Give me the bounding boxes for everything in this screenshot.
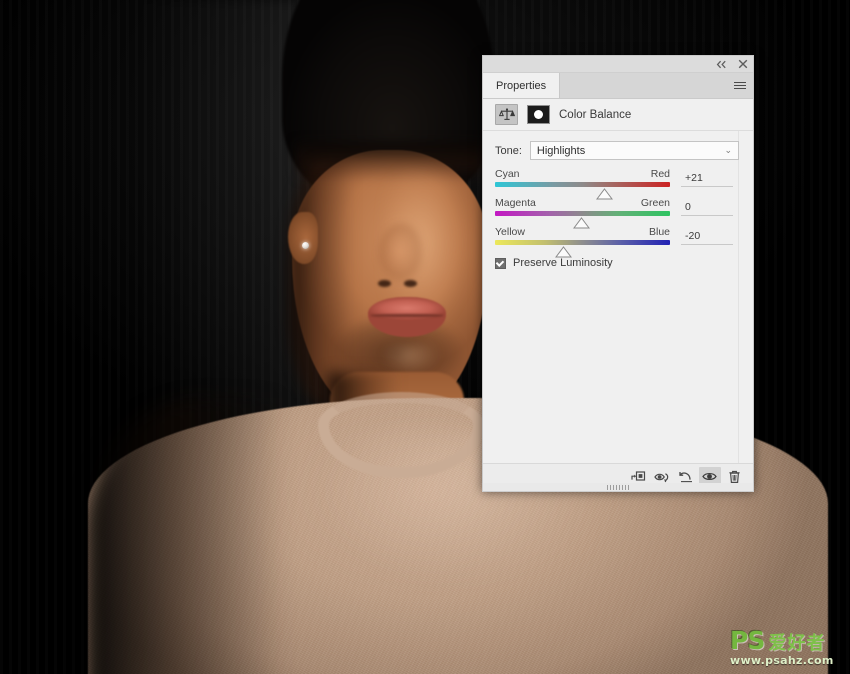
- adjustment-header: Color Balance: [483, 99, 753, 131]
- slider-magenta-green-track-wrap[interactable]: [495, 211, 670, 229]
- preserve-luminosity-checkbox[interactable]: [495, 257, 506, 269]
- shirt-shadow: [86, 398, 286, 674]
- slider-yellow-blue-right-label: Blue: [648, 226, 670, 238]
- tab-properties[interactable]: Properties: [483, 73, 561, 98]
- slider-cyan-red-track[interactable]: [495, 182, 670, 187]
- color-sliders: Cyan Red +21 Magenta Green 0 Yellow Blue…: [483, 160, 753, 258]
- slider-cyan-red-left-label: Cyan: [495, 168, 520, 180]
- mask-dot: [534, 110, 543, 119]
- chevron-down-icon: ⌄: [724, 144, 732, 155]
- slider-yellow-blue-labels: Yellow Blue: [495, 226, 670, 238]
- subject-ear: [288, 212, 318, 264]
- slider-yellow-blue-track-wrap[interactable]: [495, 240, 670, 258]
- slider-magenta-green-line: 0: [495, 201, 739, 229]
- preserve-luminosity-label: Preserve Luminosity: [513, 257, 613, 269]
- slider-magenta-green-labels: Magenta Green: [495, 197, 670, 209]
- close-icon[interactable]: [737, 59, 748, 70]
- watermark-ps-text: PS: [730, 626, 765, 655]
- slider-magenta-green: Magenta Green 0: [495, 197, 739, 229]
- nostril-left: [378, 280, 391, 287]
- slider-magenta-green-right-label: Green: [640, 197, 670, 209]
- properties-panel: Properties Color Balance Tone: Highlight…: [482, 55, 754, 490]
- lip-line: [370, 314, 444, 317]
- slider-cyan-red-track-wrap[interactable]: [495, 182, 670, 200]
- slider-magenta-green-left-label: Magenta: [495, 197, 536, 209]
- slider-cyan-red-right-label: Red: [650, 168, 670, 180]
- panel-titlebar: [483, 56, 753, 73]
- tab-properties-label: Properties: [496, 79, 547, 92]
- layer-mask-thumbnail[interactable]: [527, 105, 550, 124]
- watermark-chinese-text: 爱好者: [768, 633, 826, 654]
- slider-cyan-red-labels: Cyan Red: [495, 168, 670, 180]
- slider-cyan-red: Cyan Red +21: [495, 168, 739, 200]
- tab-filler: [560, 73, 727, 98]
- tone-row: Tone: Highlights ⌄: [483, 131, 753, 160]
- tone-select[interactable]: Highlights ⌄: [529, 141, 739, 160]
- slider-yellow-blue-left-label: Yellow: [495, 226, 525, 238]
- preserve-luminosity-row: Preserve Luminosity: [483, 255, 753, 269]
- slider-yellow-blue-value[interactable]: -20: [681, 230, 733, 245]
- slider-cyan-red-line: +21: [495, 172, 739, 200]
- grip-lines-icon: [607, 484, 629, 490]
- watermark-url: www.psahz.com: [730, 654, 834, 667]
- tone-label: Tone:: [495, 144, 522, 157]
- slider-yellow-blue-thumb[interactable]: [555, 246, 573, 258]
- adjustment-title: Color Balance: [559, 108, 632, 121]
- slider-yellow-blue-track[interactable]: [495, 240, 670, 245]
- photoshop-canvas-screen: PS 爱好者 www.psahz.com Properties Color Ba…: [0, 0, 850, 674]
- nostril-right: [404, 280, 417, 287]
- collapse-to-icons-icon[interactable]: [716, 59, 727, 70]
- slider-cyan-red-value[interactable]: +21: [681, 172, 733, 187]
- slider-magenta-green-value[interactable]: 0: [681, 201, 733, 216]
- panel-tab-bar: Properties: [483, 73, 753, 99]
- panel-resize-grip[interactable]: [482, 483, 754, 492]
- slider-magenta-green-track[interactable]: [495, 211, 670, 216]
- slider-yellow-blue-line: -20: [495, 230, 739, 258]
- slider-yellow-blue: Yellow Blue -20: [495, 226, 739, 258]
- watermark-brand-row: PS 爱好者: [730, 628, 842, 653]
- panel-menu-icon[interactable]: [727, 73, 753, 98]
- panel-body: Tone: Highlights ⌄ Cyan Red +21 Magenta …: [483, 131, 753, 463]
- tone-select-value: Highlights: [536, 144, 586, 157]
- chin-highlight: [382, 344, 438, 374]
- site-watermark: PS 爱好者 www.psahz.com: [730, 628, 842, 670]
- subject-earring: [302, 242, 309, 249]
- color-balance-scale-icon[interactable]: [495, 104, 518, 125]
